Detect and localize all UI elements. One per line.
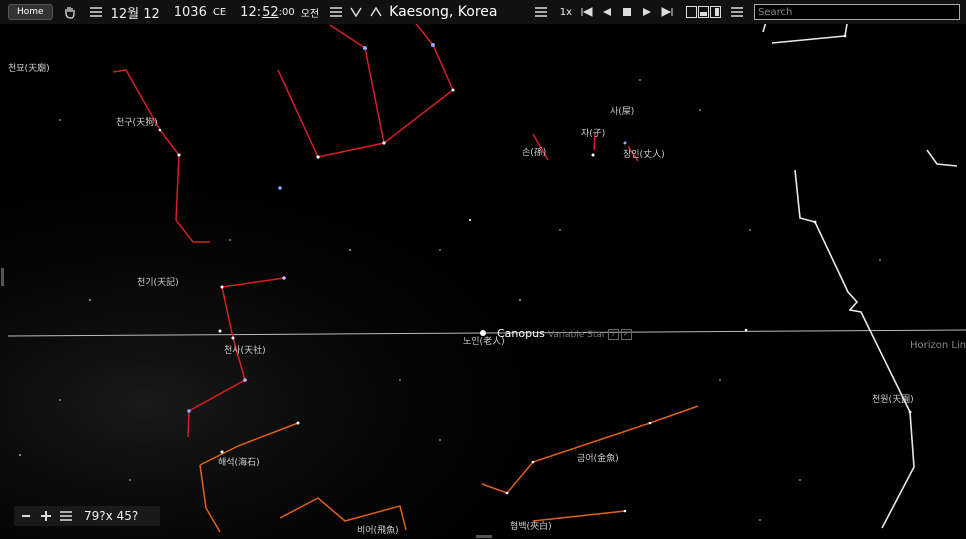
- search-input[interactable]: [754, 4, 960, 20]
- label-bieo[interactable]: 비어(飛魚): [357, 523, 399, 536]
- chevron-down-icon[interactable]: [347, 3, 365, 21]
- horizon-label: Horizon Line: [910, 340, 966, 351]
- menu-icon[interactable]: [87, 3, 105, 21]
- label-cheongi[interactable]: 천기(天記): [137, 275, 179, 288]
- stop-icon[interactable]: [618, 3, 636, 21]
- time-ampm[interactable]: 오전: [301, 5, 319, 20]
- menu-icon-5[interactable]: [58, 508, 74, 524]
- zoom-bar: 79?x 45?: [14, 506, 160, 526]
- side-panel-handle[interactable]: [1, 268, 4, 286]
- date-era[interactable]: CE: [213, 7, 226, 18]
- speed-indicator: 1x: [559, 6, 572, 18]
- hand-icon[interactable]: [61, 3, 79, 21]
- skip-forward-icon[interactable]: [658, 3, 676, 21]
- date-month-day[interactable]: 12월 12: [111, 3, 160, 22]
- label-haeseok[interactable]: 해석(海石): [218, 455, 260, 468]
- layout-icon[interactable]: [686, 3, 722, 21]
- label-sa[interactable]: 사(屎): [610, 104, 634, 117]
- check-icon[interactable]: ✓: [620, 328, 632, 340]
- time-hour[interactable]: 12:: [240, 5, 261, 20]
- milky-way: [0, 0, 966, 539]
- location-name[interactable]: Kaesong, Korea: [389, 4, 497, 20]
- menu-icon-4[interactable]: [728, 3, 746, 21]
- home-button[interactable]: Home: [8, 4, 53, 20]
- sky-canvas[interactable]: [0, 0, 966, 539]
- canopus-label[interactable]: Canopus Variable Star i ✓: [497, 327, 632, 340]
- zoom-in-button[interactable]: [38, 508, 54, 524]
- info-icon[interactable]: i: [607, 328, 619, 340]
- label-ja[interactable]: 자(子): [581, 126, 605, 139]
- chevron-up-icon[interactable]: [367, 3, 385, 21]
- rewind-icon[interactable]: [598, 3, 616, 21]
- label-hyeolbaek[interactable]: 협백(夾白): [510, 519, 552, 532]
- label-cheongu[interactable]: 천구(天狗): [116, 115, 158, 128]
- time-seconds[interactable]: :00: [279, 7, 295, 18]
- menu-icon-3[interactable]: [532, 3, 550, 21]
- play-icon[interactable]: [638, 3, 656, 21]
- bottom-panel-handle[interactable]: [476, 535, 492, 538]
- time-minute[interactable]: 52: [262, 5, 279, 20]
- canopus-type: Variable Star: [547, 330, 606, 340]
- label-cheonsa[interactable]: 천사(天社): [224, 343, 266, 356]
- label-cheonmyo[interactable]: 천묘(天廟): [8, 61, 50, 74]
- canopus-name[interactable]: Canopus: [497, 327, 545, 340]
- date-year[interactable]: 1036: [174, 5, 207, 20]
- label-geumeo[interactable]: 금어(金魚): [577, 451, 619, 464]
- label-son[interactable]: 손(孫): [522, 145, 546, 158]
- skip-back-icon[interactable]: [578, 3, 596, 21]
- label-cheonwon[interactable]: 천원(天園): [872, 392, 914, 405]
- field-of-view: 79?x 45?: [84, 509, 139, 523]
- menu-icon-2[interactable]: [327, 3, 345, 21]
- toolbar-right: 1x: [524, 0, 960, 24]
- label-jangin[interactable]: 장인(丈人): [623, 147, 665, 160]
- zoom-out-button[interactable]: [18, 508, 34, 524]
- top-toolbar: Home 12월 12 1036 CE 12: 52 :00 오전 Kaeson…: [0, 0, 966, 24]
